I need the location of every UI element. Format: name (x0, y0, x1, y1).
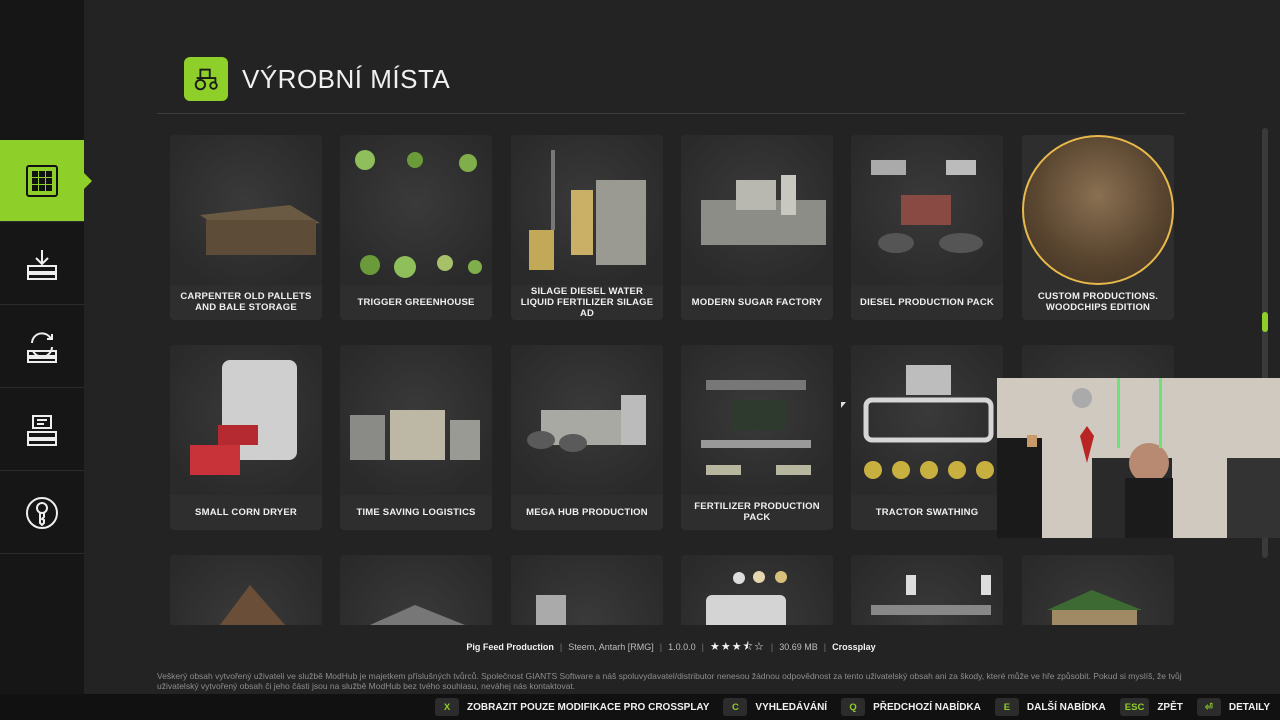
mod-card-selected[interactable]: CUSTOM PRODUCTIONS. WOODCHIPS EDITION (1022, 135, 1174, 320)
crossplay-badge: Crossplay (832, 642, 876, 652)
mod-author: Steem, Antarh [RMG] (568, 642, 654, 652)
key-c: C (723, 698, 748, 716)
mod-title: SILAGE DIESEL WATER LIQUID FERTILIZER SI… (520, 285, 654, 319)
selected-mod-info: Pig Feed Production | Steem, Antarh [RMG… (157, 636, 1185, 658)
mod-card[interactable]: TRIGGER GREENHOUSE (340, 135, 492, 320)
download-icon (27, 249, 57, 280)
key-esc: ESC (1119, 698, 1150, 716)
sidebar-item-key[interactable] (0, 472, 84, 554)
mod-title: TRACTOR SWATHING (875, 506, 979, 518)
mod-title: TRIGGER GREENHOUSE (357, 296, 475, 308)
page-header: VÝROBNÍ MÍSTA (184, 57, 450, 101)
legal-disclaimer: Veškerý obsah vytvořený uživateli ve slu… (157, 671, 1182, 691)
sidebar-item-grid[interactable] (0, 140, 92, 222)
key-enter: ⏎ (1196, 698, 1221, 716)
mod-card[interactable]: MEGA HUB PRODUCTION (511, 345, 663, 530)
modhub-screen: VÝROBNÍ MÍSTA CARPENTER OLD PALLETS AND … (0, 0, 1280, 720)
mod-thumbnail (340, 345, 492, 495)
mod-card[interactable] (340, 555, 492, 625)
mod-version: 1.0.0.0 (668, 642, 696, 652)
mod-thumbnail (851, 555, 1003, 625)
mod-size: 30.69 MB (779, 642, 818, 652)
mod-title: FERTILIZER PRODUCTION PACK (694, 501, 820, 523)
hint-label: DALŠÍ NABÍDKA (1026, 701, 1106, 713)
mod-card[interactable] (681, 555, 833, 625)
rating-stars: ★★★⯪☆ (709, 640, 765, 653)
hint-crossplay-filter[interactable]: X ZOBRAZIT POUZE MODIFIKACE PRO CROSSPLA… (434, 698, 710, 716)
mod-thumbnail (511, 555, 663, 625)
page-title: VÝROBNÍ MÍSTA (242, 63, 451, 94)
sidebar-item-download[interactable] (0, 223, 84, 305)
mod-thumbnail (340, 555, 492, 625)
hint-label: VYHLEDÁVÁNÍ (755, 701, 828, 713)
mod-grid: CARPENTER OLD PALLETS AND BALE STORAGE T… (157, 125, 1185, 625)
mod-card[interactable]: SILAGE DIESEL WATER LIQUID FERTILIZER SI… (511, 135, 663, 320)
hint-search[interactable]: C VYHLEDÁVÁNÍ (723, 698, 827, 716)
scrollbar-thumb[interactable] (1262, 312, 1268, 332)
key-icon (26, 496, 58, 529)
selection-ring (1022, 135, 1174, 285)
header-divider (157, 113, 1185, 114)
sidebar (0, 0, 92, 694)
mod-card[interactable] (170, 555, 322, 625)
update-icon (27, 331, 57, 363)
hint-previous-menu[interactable]: Q PŘEDCHOZÍ NABÍDKA (841, 698, 981, 716)
mod-card[interactable]: SMALL CORN DRYER (170, 345, 322, 530)
hint-label: PŘEDCHOZÍ NABÍDKA (873, 701, 981, 713)
hint-details[interactable]: ⏎ DETAILY (1196, 698, 1270, 716)
input-hints-bar: X ZOBRAZIT POUZE MODIFIKACE PRO CROSSPLA… (0, 694, 1280, 720)
mod-thumbnail (170, 135, 322, 285)
mod-card[interactable] (511, 555, 663, 625)
mod-card[interactable]: TRACTOR SWATHING (851, 345, 1003, 530)
mod-thumbnail (681, 135, 833, 285)
mod-title: CUSTOM PRODUCTIONS. WOODCHIPS EDITION (1037, 291, 1159, 313)
mod-title: CARPENTER OLD PALLETS AND BALE STORAGE (180, 291, 312, 313)
mod-card[interactable] (851, 555, 1003, 625)
webcam-overlay (997, 378, 1280, 538)
mod-thumbnail (681, 555, 833, 625)
mod-card[interactable]: MODERN SUGAR FACTORY (681, 135, 833, 320)
mod-name: Pig Feed Production (466, 642, 554, 652)
hint-back[interactable]: ESC ZPĚT (1119, 698, 1183, 716)
mod-title: MODERN SUGAR FACTORY (691, 296, 823, 308)
mod-thumbnail (340, 135, 492, 285)
mod-thumbnail (1022, 555, 1174, 625)
mod-thumbnail (681, 345, 833, 495)
mod-title: TIME SAVING LOGISTICS (356, 506, 476, 518)
hint-label: ZOBRAZIT POUZE MODIFIKACE PRO CROSSPLAY (466, 701, 710, 713)
mod-title: SMALL CORN DRYER (195, 506, 297, 518)
hint-next-menu[interactable]: E DALŠÍ NABÍDKA (994, 698, 1106, 716)
mod-thumbnail (511, 345, 663, 495)
hint-label: ZPĚT (1157, 701, 1183, 713)
mod-title: DIESEL PRODUCTION PACK (860, 296, 994, 308)
key-x: X (434, 698, 459, 716)
mod-title: MEGA HUB PRODUCTION (526, 506, 648, 518)
mod-thumbnail (511, 135, 663, 285)
mod-thumbnail (851, 135, 1003, 285)
mod-thumbnail (170, 555, 322, 625)
mod-thumbnail (1022, 135, 1174, 285)
tractor-icon (184, 57, 228, 101)
mouse-cursor (841, 402, 846, 408)
sidebar-item-installed[interactable] (0, 389, 84, 471)
grid-icon (26, 164, 58, 197)
mod-card[interactable]: DIESEL PRODUCTION PACK (851, 135, 1003, 320)
key-q: Q (841, 698, 866, 716)
mod-card[interactable]: TIME SAVING LOGISTICS (340, 345, 492, 530)
sidebar-item-update[interactable] (0, 306, 84, 388)
mod-card[interactable]: CARPENTER OLD PALLETS AND BALE STORAGE (170, 135, 322, 320)
hint-label: DETAILY (1228, 701, 1270, 713)
installed-icon (27, 414, 57, 446)
mod-thumbnail (170, 345, 322, 495)
mod-card[interactable] (1022, 555, 1174, 625)
mod-thumbnail (851, 345, 1003, 495)
mod-card[interactable]: FERTILIZER PRODUCTION PACK (681, 345, 833, 530)
key-e: E (994, 698, 1019, 716)
